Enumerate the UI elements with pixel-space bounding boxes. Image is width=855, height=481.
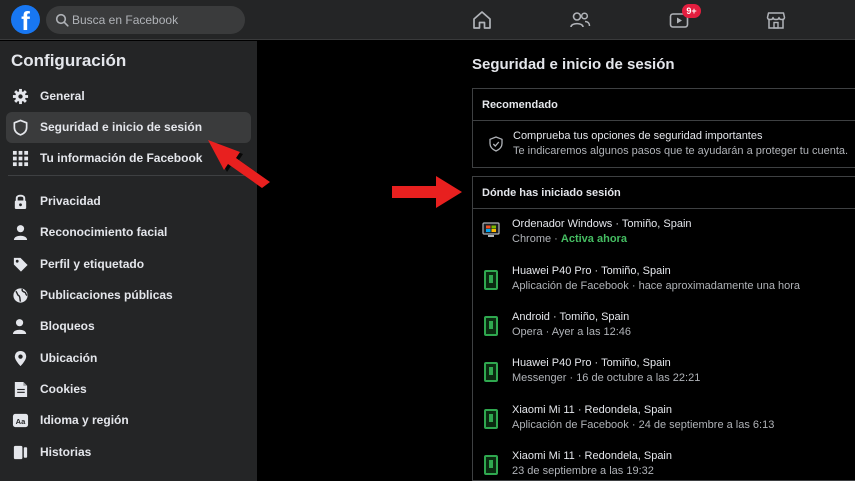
session-device: Xiaomi Mi 11 · Redondela, Spain	[512, 404, 672, 416]
sidebar-item-label: Bloqueos	[40, 319, 95, 333]
security-checkup-item[interactable]: Comprueba tus opciones de seguridad impo…	[473, 121, 855, 167]
session-device: Android · Tomiño, Spain	[512, 311, 630, 323]
sidebar-item-label: Idioma y región	[40, 413, 129, 427]
stories-icon	[13, 445, 28, 460]
security-checkup-title: Comprueba tus opciones de seguridad impo…	[513, 130, 763, 142]
session-device: Xiaomi Mi 11 · Redondela, Spain	[512, 450, 672, 462]
session-device: Huawei P40 Pro · Tomiño, Spain	[512, 265, 671, 277]
location-pin-icon	[14, 350, 27, 367]
windows-desktop-icon	[482, 222, 500, 237]
session-device: Huawei P40 Pro · Tomiño, Spain	[512, 357, 671, 369]
language-icon: Aa	[12, 413, 29, 428]
sidebar-item-label: Seguridad e inicio de sesión	[40, 120, 203, 134]
search-icon	[55, 13, 69, 27]
sidebar-item-label: Historias	[40, 445, 92, 459]
sidebar-item-blocking[interactable]: Bloqueos	[6, 311, 251, 342]
phone-icon	[484, 270, 498, 290]
sidebar-item-location[interactable]: Ubicación	[6, 343, 251, 374]
session-device: Ordenador Windows · Tomiño, Spain	[512, 218, 692, 230]
search-box[interactable]: Busca en Facebook	[46, 6, 245, 34]
annotation-arrow-sessions	[392, 176, 464, 210]
person-icon	[13, 225, 28, 241]
block-user-icon	[12, 319, 27, 335]
sidebar-item-privacy[interactable]: Privacidad	[6, 186, 251, 217]
sidebar-item-label: Privacidad	[40, 194, 101, 208]
session-detail: Aplicación de Facebook · hace aproximada…	[512, 280, 801, 292]
sidebar-item-stories[interactable]: Historias	[6, 437, 251, 468]
sidebar-item-label: Perfil y etiquetado	[40, 257, 145, 271]
home-icon[interactable]	[471, 9, 493, 31]
sidebar-item-label: Cookies	[40, 382, 87, 396]
recommended-card: Recomendado Comprueba tus opciones de se…	[472, 88, 855, 168]
phone-icon	[484, 409, 498, 429]
session-detail: Opera · Ayer a las 12:46	[512, 326, 632, 338]
session-item[interactable]: Xiaomi Mi 11 · Redondela, Spain Aplicaci…	[472, 395, 855, 441]
session-detail: 23 de septiembre a las 19:32	[512, 465, 654, 477]
session-item[interactable]: Xiaomi Mi 11 · Redondela, Spain 23 de se…	[472, 441, 855, 481]
sidebar-item-public-posts[interactable]: Publicaciones públicas	[6, 280, 251, 311]
session-item[interactable]: Android · Tomiño, Spain Opera · Ayer a l…	[472, 302, 855, 348]
grid-icon	[12, 150, 29, 167]
sidebar-item-face-recognition[interactable]: Reconocimiento facial	[6, 217, 251, 248]
phone-icon	[484, 316, 498, 336]
active-now-status: Activa ahora	[560, 233, 627, 245]
page-title: Seguridad e inicio de sesión	[472, 56, 675, 73]
sidebar-item-cookies[interactable]: Cookies	[6, 374, 251, 405]
search-input[interactable]: Busca en Facebook	[72, 13, 178, 27]
recommended-header: Recomendado	[473, 89, 855, 121]
marketplace-icon[interactable]	[765, 9, 787, 31]
phone-icon	[484, 455, 498, 475]
shield-icon	[13, 119, 28, 136]
lock-icon	[14, 194, 27, 210]
sidebar-item-label: General	[40, 89, 85, 103]
session-detail: Messenger · 16 de octubre a las 22:21	[512, 372, 701, 384]
notification-badge: 9+	[682, 4, 701, 18]
sidebar-title: Configuración	[11, 51, 127, 70]
sidebar-item-label: Publicaciones públicas	[40, 288, 173, 302]
gear-icon	[12, 88, 29, 105]
session-detail: Chrome · Activa ahora	[512, 233, 627, 245]
session-item[interactable]: Huawei P40 Pro · Tomiño, Spain Aplicació…	[472, 256, 855, 302]
facebook-logo[interactable]: f	[11, 5, 40, 34]
sidebar-item-profile-tagging[interactable]: Perfil y etiquetado	[6, 249, 251, 280]
friends-icon[interactable]	[569, 9, 591, 31]
cookie-icon	[14, 381, 28, 398]
sessions-header: Dónde has iniciado sesión	[473, 177, 855, 209]
session-item[interactable]: Huawei P40 Pro · Tomiño, Spain Messenger…	[472, 348, 855, 394]
session-item[interactable]: Ordenador Windows · Tomiño, Spain Chrome…	[472, 209, 855, 255]
sidebar-item-language[interactable]: Aa Idioma y región	[6, 405, 251, 436]
session-detail: Aplicación de Facebook · 24 de septiembr…	[512, 419, 775, 431]
sidebar-item-label: Ubicación	[40, 351, 98, 365]
annotation-arrow-sidebar	[208, 140, 273, 190]
globe-icon	[13, 288, 28, 303]
svg-text:Aa: Aa	[16, 417, 26, 426]
shield-check-icon	[489, 136, 503, 152]
sidebar-item-label: Reconocimiento facial	[40, 225, 168, 239]
phone-icon	[484, 362, 498, 382]
top-bar: f Busca en Facebook 9+	[0, 0, 855, 40]
tag-icon	[13, 257, 28, 272]
settings-sidebar: Configuración General Seguridad e inicio…	[0, 41, 257, 481]
sidebar-item-label: Tu información de Facebook	[40, 151, 203, 165]
sidebar-item-general[interactable]: General	[6, 81, 251, 112]
security-checkup-description: Te indicaremos algunos pasos que te ayud…	[513, 145, 849, 157]
